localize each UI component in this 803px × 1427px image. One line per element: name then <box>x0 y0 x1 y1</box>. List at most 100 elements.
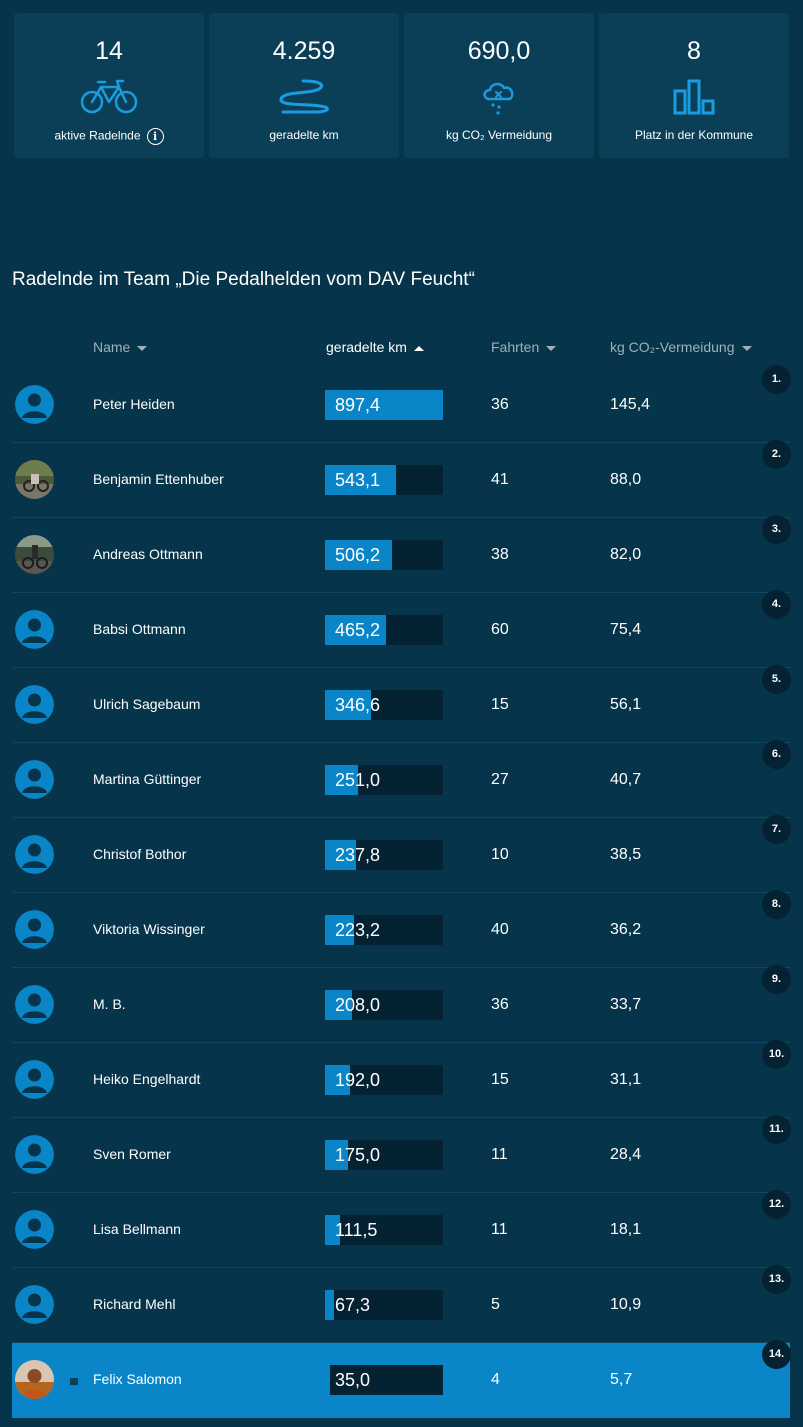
co2-value: 88,0 <box>610 471 642 488</box>
stat-rank: 8 Platz in der Kommune <box>599 13 789 158</box>
km-value: 897,4 <box>335 395 381 415</box>
participant-name: M. B. <box>93 996 126 1012</box>
co2-value: 5,7 <box>610 1371 633 1388</box>
flag-icon <box>70 1378 78 1385</box>
rides-value: 4 <box>491 1371 500 1388</box>
avatar <box>15 1135 54 1174</box>
table-row[interactable]: Richard Mehl 67,3 5 10,9 13. <box>12 1265 791 1343</box>
rank-badge: 4. <box>762 590 791 619</box>
avatar <box>15 610 54 649</box>
co2-value: 10,9 <box>610 1296 642 1313</box>
km-bar: 543,1 <box>325 465 443 495</box>
avatar <box>15 1210 54 1249</box>
km-bar: 897,4 <box>325 390 443 420</box>
stat-label: aktive Radelnde <box>54 128 141 143</box>
rides-value: 41 <box>491 471 509 488</box>
km-bar-fill <box>325 1365 330 1395</box>
rides-value: 15 <box>491 1071 509 1088</box>
rank-badge: 9. <box>762 965 791 994</box>
stat-value: 690,0 <box>467 37 531 65</box>
rides-value: 60 <box>491 621 509 638</box>
table-row[interactable]: Christof Bothor 237,8 10 38,5 7. <box>12 815 791 893</box>
table-row[interactable]: M. B. 208,0 36 33,7 9. <box>12 965 791 1043</box>
table-row[interactable]: Lisa Bellmann 111,5 11 18,1 12. <box>12 1190 791 1268</box>
rides-value: 5 <box>491 1296 500 1313</box>
km-value: 175,0 <box>335 1145 381 1165</box>
avatar <box>15 760 54 799</box>
sort-by-rides[interactable]: Fahrten <box>491 339 557 355</box>
table-row[interactable]: Felix Salomon 35,0 4 5,7 14. <box>12 1340 791 1418</box>
bar-chart-icon <box>599 77 789 117</box>
km-bar-fill <box>325 1290 334 1320</box>
participant-name: Sven Romer <box>93 1146 171 1162</box>
table-row[interactable]: Peter Heiden 897,4 36 145,4 1. <box>12 365 791 443</box>
participant-name: Viktoria Wissinger <box>93 921 205 937</box>
sort-by-name[interactable]: Name <box>93 339 148 355</box>
column-header-km: geradelte km <box>326 339 407 355</box>
team-title: Radelnde im Team „Die Pedalhelden vom DA… <box>12 269 475 290</box>
table-row[interactable]: Andreas Ottmann 506,2 38 82,0 3. <box>12 515 791 593</box>
rank-badge: 1. <box>762 365 791 394</box>
participant-name: Peter Heiden <box>93 396 175 412</box>
km-bar: 465,2 <box>325 615 443 645</box>
rank-badge: 6. <box>762 740 791 769</box>
km-bar: 346,6 <box>325 690 443 720</box>
bicycle-icon <box>14 77 204 117</box>
rank-badge: 11. <box>762 1115 791 1144</box>
km-value: 111,5 <box>335 1220 378 1240</box>
table-header: Name geradelte km Fahrten kg CO₂-Vermeid… <box>0 336 803 360</box>
participant-name: Ulrich Sagebaum <box>93 696 201 712</box>
km-value: 346,6 <box>335 695 381 715</box>
km-value: 506,2 <box>335 545 381 565</box>
table-row[interactable]: Viktoria Wissinger 223,2 40 36,2 8. <box>12 890 791 968</box>
km-value: 35,0 <box>335 1370 371 1390</box>
km-bar: 35,0 <box>325 1365 443 1395</box>
rides-value: 27 <box>491 771 509 788</box>
stats-section: 14 aktive Radelnde i 4.259 geradelte km 6… <box>14 13 790 158</box>
stat-value: 8 <box>687 37 701 65</box>
avatar <box>15 535 54 574</box>
km-bar: 237,8 <box>325 840 443 870</box>
rank-badge: 8. <box>762 890 791 919</box>
km-value: 543,1 <box>335 470 381 490</box>
table-row[interactable]: Heiko Engelhardt 192,0 15 31,1 10. <box>12 1040 791 1118</box>
cloud-icon <box>404 77 594 117</box>
co2-value: 40,7 <box>610 771 642 788</box>
stat-value: 14 <box>95 37 123 65</box>
stat-value: 4.259 <box>272 37 336 65</box>
table-row[interactable]: Benjamin Ettenhuber 543,1 41 88,0 2. <box>12 440 791 518</box>
sort-down-icon <box>741 345 752 351</box>
info-icon[interactable]: i <box>146 128 164 145</box>
rank-badge: 10. <box>762 1040 791 1069</box>
co2-value: 82,0 <box>610 546 642 563</box>
stat-distance: 4.259 geradelte km <box>209 13 399 158</box>
ranking-table: Peter Heiden 897,4 36 145,4 1. Benjamin … <box>12 365 791 1418</box>
table-row[interactable]: Martina Güttinger 251,0 27 40,7 6. <box>12 740 791 818</box>
rides-value: 15 <box>491 696 509 713</box>
co2-value: 56,1 <box>610 696 642 713</box>
table-row[interactable]: Babsi Ottmann 465,2 60 75,4 4. <box>12 590 791 668</box>
rank-badge: 13. <box>762 1265 791 1294</box>
km-bar: 223,2 <box>325 915 443 945</box>
avatar <box>15 910 54 949</box>
avatar <box>15 385 54 424</box>
participant-name: Martina Güttinger <box>93 771 202 787</box>
co2-value: 28,4 <box>610 1146 642 1163</box>
table-row[interactable]: Sven Romer 175,0 11 28,4 11. <box>12 1115 791 1193</box>
stat-label: geradelte km <box>269 128 339 142</box>
stat-label: Platz in der Kommune <box>634 128 754 142</box>
sort-by-km[interactable]: geradelte km <box>326 339 424 355</box>
km-value: 223,2 <box>335 920 381 940</box>
co2-value: 18,1 <box>610 1221 642 1238</box>
co2-value: 75,4 <box>610 621 642 638</box>
km-bar: 192,0 <box>325 1065 443 1095</box>
km-value: 67,3 <box>335 1295 371 1315</box>
sort-by-co2[interactable]: kg CO₂-Vermeidung <box>610 339 752 355</box>
column-header-rides: Fahrten <box>491 339 540 355</box>
table-row[interactable]: Ulrich Sagebaum 346,6 15 56,1 5. <box>12 665 791 743</box>
rides-value: 10 <box>491 846 509 863</box>
participant-name: Lisa Bellmann <box>93 1221 181 1237</box>
avatar <box>15 460 54 499</box>
co2-value: 31,1 <box>610 1071 642 1088</box>
avatar <box>15 1360 54 1399</box>
